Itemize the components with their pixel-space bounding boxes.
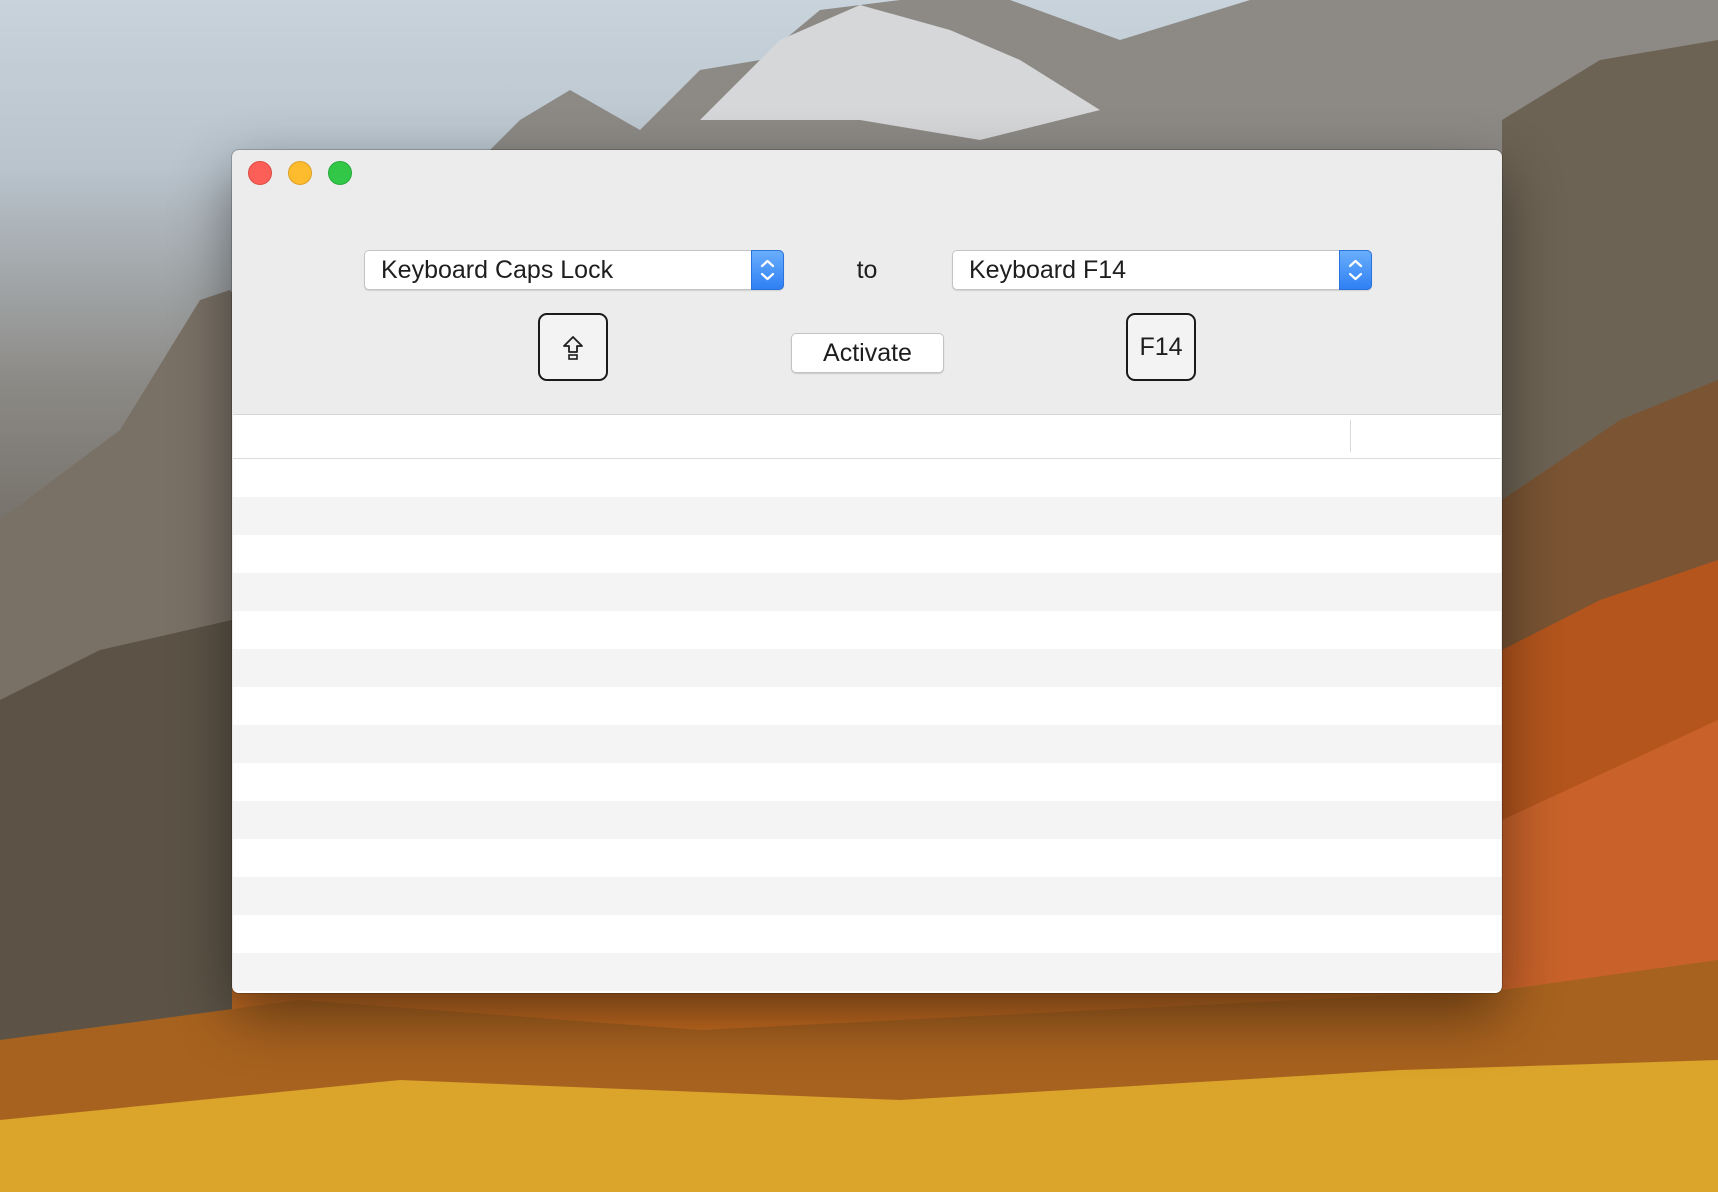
table-row xyxy=(233,877,1501,915)
table-rows xyxy=(233,459,1501,991)
table-row xyxy=(233,535,1501,573)
table-row xyxy=(233,801,1501,839)
activate-button[interactable]: Activate xyxy=(791,333,944,373)
source-key-popup[interactable]: Keyboard Caps Lock xyxy=(364,250,784,290)
table-row xyxy=(233,497,1501,535)
title-bar[interactable] xyxy=(232,150,1502,194)
table-row xyxy=(233,763,1501,801)
target-key-stepper[interactable] xyxy=(1339,250,1372,290)
table-row xyxy=(233,459,1501,497)
minimize-window-button[interactable] xyxy=(288,161,312,185)
table-row xyxy=(233,839,1501,877)
mappings-table[interactable] xyxy=(233,414,1501,993)
target-keycap: F14 xyxy=(1126,313,1196,381)
table-row xyxy=(233,573,1501,611)
table-header xyxy=(233,415,1501,459)
target-key-value: Keyboard F14 xyxy=(969,256,1127,284)
close-window-button[interactable] xyxy=(248,161,272,185)
table-row xyxy=(233,649,1501,687)
caps-lock-icon xyxy=(563,336,583,360)
table-row xyxy=(233,725,1501,763)
source-keycap xyxy=(538,313,608,381)
target-key-popup[interactable]: Keyboard F14 xyxy=(952,250,1372,290)
table-row xyxy=(233,915,1501,953)
zoom-window-button[interactable] xyxy=(328,161,352,185)
table-row xyxy=(233,687,1501,725)
column-divider[interactable] xyxy=(1350,420,1351,452)
target-keycap-label: F14 xyxy=(1139,333,1183,361)
table-row xyxy=(233,953,1501,991)
source-key-value: Keyboard Caps Lock xyxy=(381,256,614,284)
mapping-connector-label: to xyxy=(856,256,878,284)
source-key-stepper[interactable] xyxy=(751,250,784,290)
chevron-up-down-icon xyxy=(760,259,775,281)
chevron-up-down-icon xyxy=(1348,259,1363,281)
table-row xyxy=(233,611,1501,649)
main-window: Keyboard Caps Lock to Keyboard F14 Activ… xyxy=(232,150,1502,993)
